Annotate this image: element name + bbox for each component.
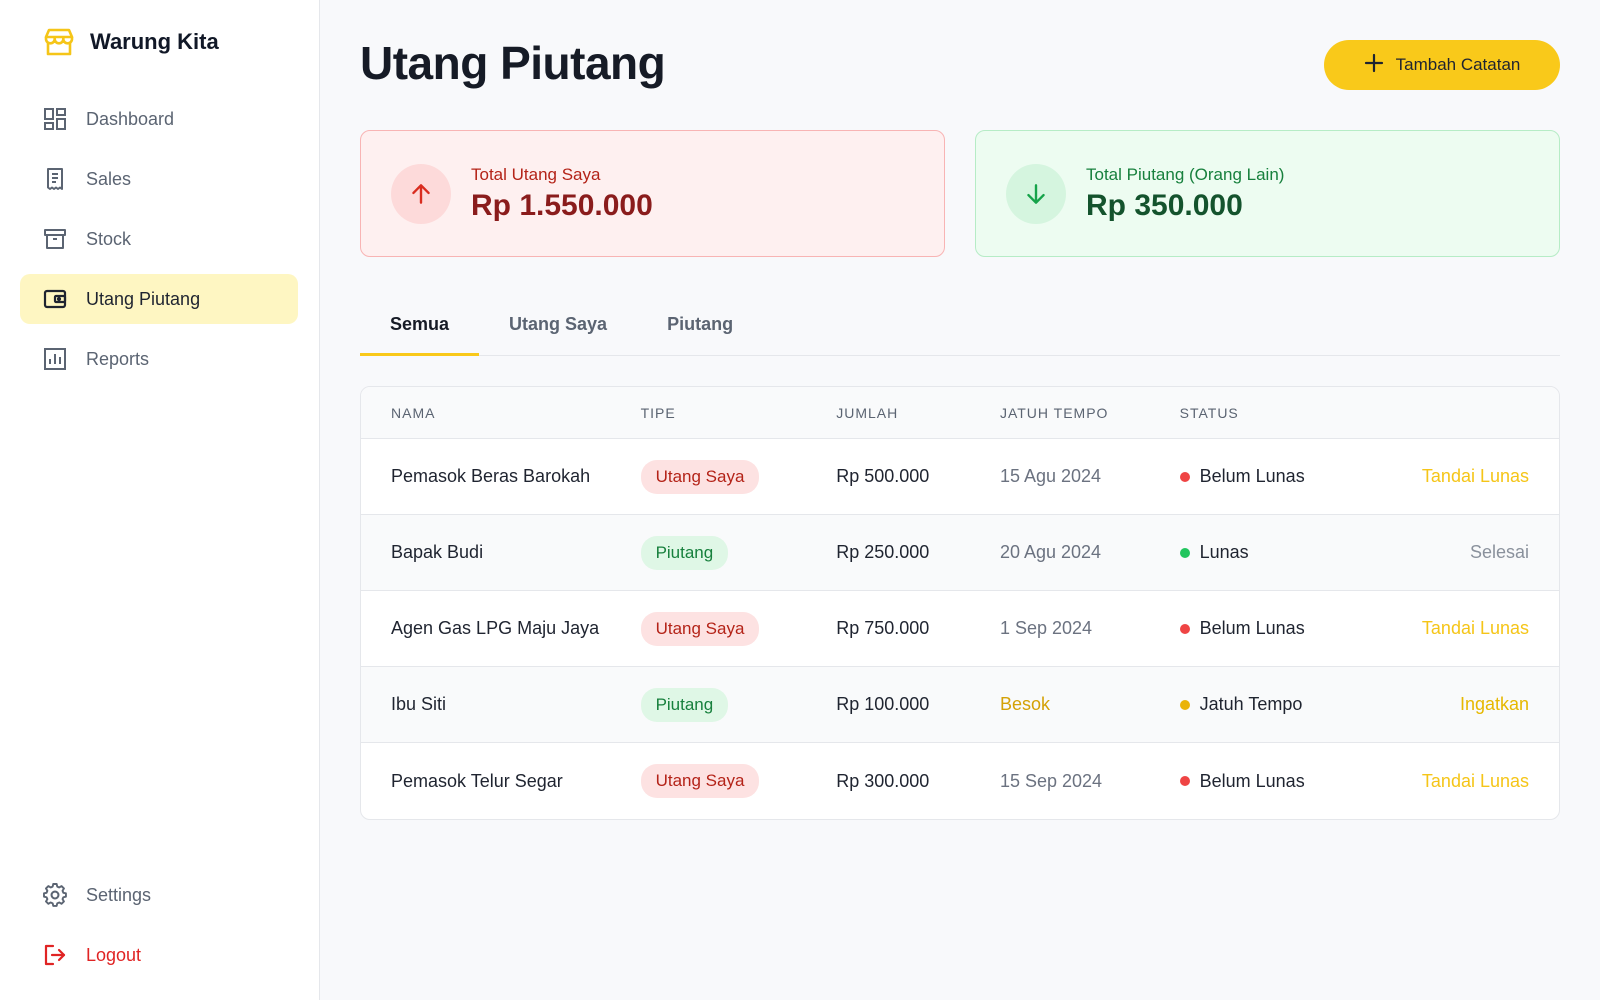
tab-semua[interactable]: Semua bbox=[360, 298, 480, 356]
sidebar-item-label: Utang Piutang bbox=[86, 288, 201, 309]
row-due-date: 1 Sep 2024 bbox=[999, 618, 1093, 638]
column-header-nama[interactable]: NAMA bbox=[361, 405, 641, 421]
table-row[interactable]: Ibu Siti Piutang Rp 100.000 Besok Jatuh … bbox=[361, 667, 1559, 743]
status-dot bbox=[1179, 776, 1190, 786]
status-text: Jatuh Tempo bbox=[1199, 694, 1303, 714]
bar-chart-icon bbox=[42, 346, 68, 372]
brand-name: Warung Kita bbox=[90, 29, 219, 54]
page-title: Utang Piutang bbox=[360, 37, 666, 89]
row-due-date: 15 Agu 2024 bbox=[999, 466, 1102, 486]
type-badge: Piutang bbox=[640, 687, 729, 722]
sidebar-item-label: Settings bbox=[86, 884, 152, 905]
add-record-label: Tambah Catatan bbox=[1395, 55, 1521, 74]
row-name: Agen Gas LPG Maju Jaya bbox=[391, 618, 600, 638]
main-content: Utang Piutang Tambah Catatan Total Utang… bbox=[360, 0, 1560, 1000]
row-amount: Rp 300.000 bbox=[836, 770, 930, 791]
logout-icon bbox=[42, 942, 68, 968]
row-due-date: 15 Sep 2024 bbox=[999, 770, 1103, 791]
row-name: Pemasok Telur Segar bbox=[391, 770, 563, 791]
gear-icon bbox=[42, 882, 68, 908]
type-badge: Utang Saya bbox=[640, 459, 760, 494]
receipt-icon bbox=[42, 166, 68, 192]
status-text: Lunas bbox=[1199, 542, 1249, 562]
row-amount: Rp 250.000 bbox=[836, 542, 930, 562]
column-header-tipe[interactable]: TIPE bbox=[641, 405, 837, 421]
summary-piutang-value: Rp 350.000 bbox=[1086, 188, 1243, 222]
table-row[interactable]: Agen Gas LPG Maju Jaya Utang Saya Rp 750… bbox=[361, 591, 1559, 667]
tab-utang-saya[interactable]: Utang Saya bbox=[479, 298, 637, 355]
row-amount: Rp 500.000 bbox=[836, 466, 930, 486]
dashboard-icon bbox=[42, 106, 68, 132]
status-text: Belum Lunas bbox=[1199, 466, 1305, 486]
status-dot bbox=[1179, 547, 1190, 558]
status-dot bbox=[1179, 623, 1190, 634]
row-amount: Rp 100.000 bbox=[836, 694, 930, 714]
wallet-icon bbox=[42, 286, 68, 312]
sidebar-item-dashboard[interactable]: Dashboard bbox=[20, 94, 298, 144]
done-label: Selesai bbox=[1469, 542, 1530, 562]
sidebar-item-settings[interactable]: Settings bbox=[20, 870, 298, 920]
row-amount: Rp 750.000 bbox=[836, 618, 930, 638]
filter-tabs: Semua Utang Saya Piutang bbox=[360, 298, 1560, 356]
type-badge: Piutang bbox=[640, 535, 729, 570]
row-name: Bapak Budi bbox=[391, 542, 484, 562]
mark-paid-button[interactable]: Tandai Lunas bbox=[1422, 771, 1529, 791]
summary-card-utang: Total Utang Saya Rp 1.550.000 bbox=[360, 130, 945, 257]
debt-table: NAMA TIPE JUMLAH JATUH TEMPO STATUS Pema… bbox=[360, 386, 1560, 820]
status-text: Belum Lunas bbox=[1199, 618, 1305, 638]
sidebar-nav: Dashboard Sales Stock Utang Piutang Repo… bbox=[20, 94, 298, 394]
sidebar-item-label: Stock bbox=[86, 228, 132, 249]
status-text: Belum Lunas bbox=[1199, 770, 1305, 791]
sidebar-bottom-nav: Settings Logout bbox=[20, 870, 298, 990]
sidebar-item-label: Dashboard bbox=[86, 108, 175, 129]
sidebar-item-sales[interactable]: Sales bbox=[20, 154, 298, 204]
row-due-date: 20 Agu 2024 bbox=[999, 542, 1102, 562]
sidebar-item-reports[interactable]: Reports bbox=[20, 334, 298, 384]
remind-button[interactable]: Ingatkan bbox=[1460, 694, 1529, 714]
summary-card-piutang: Total Piutang (Orang Lain) Rp 350.000 bbox=[975, 130, 1560, 257]
sidebar-item-label: Reports bbox=[86, 348, 150, 369]
sidebar-item-utang-piutang[interactable]: Utang Piutang bbox=[20, 274, 298, 324]
summary-utang-value: Rp 1.550.000 bbox=[471, 188, 653, 222]
status-dot bbox=[1179, 471, 1190, 482]
sidebar-item-label: Logout bbox=[86, 944, 142, 965]
arrow-down-icon bbox=[1006, 163, 1066, 224]
archive-icon bbox=[42, 226, 68, 252]
summary-utang-label: Total Utang Saya bbox=[471, 164, 601, 184]
type-badge: Utang Saya bbox=[640, 611, 760, 646]
plus-icon bbox=[1364, 53, 1384, 78]
column-header-status[interactable]: STATUS bbox=[1180, 405, 1380, 421]
mark-paid-button[interactable]: Tandai Lunas bbox=[1422, 466, 1529, 486]
sidebar-item-label: Sales bbox=[86, 168, 132, 189]
row-name: Ibu Siti bbox=[391, 694, 447, 714]
add-record-button[interactable]: Tambah Catatan bbox=[1324, 40, 1560, 90]
column-header-jumlah[interactable]: JUMLAH bbox=[836, 405, 1000, 421]
summary-piutang-label: Total Piutang (Orang Lain) bbox=[1086, 164, 1285, 184]
arrow-up-icon bbox=[391, 163, 451, 224]
tab-piutang[interactable]: Piutang bbox=[637, 298, 763, 355]
table-row[interactable]: Pemasok Beras Barokah Utang Saya Rp 500.… bbox=[361, 439, 1559, 515]
column-header-jatuh-tempo[interactable]: JATUH TEMPO bbox=[1000, 405, 1180, 421]
row-due-date: Besok bbox=[999, 694, 1050, 714]
sidebar: Warung Kita Dashboard Sales Stock Utang … bbox=[0, 0, 320, 1000]
store-icon bbox=[42, 26, 76, 58]
type-badge: Utang Saya bbox=[640, 764, 760, 798]
table-row[interactable]: Pemasok Telur Segar Utang Saya Rp 300.00… bbox=[361, 743, 1559, 819]
mark-paid-button[interactable]: Tandai Lunas bbox=[1422, 618, 1529, 638]
table-row[interactable]: Bapak Budi Piutang Rp 250.000 20 Agu 202… bbox=[361, 515, 1559, 591]
sidebar-item-logout[interactable]: Logout bbox=[20, 930, 298, 980]
row-name: Pemasok Beras Barokah bbox=[391, 466, 591, 486]
table-header: NAMA TIPE JUMLAH JATUH TEMPO STATUS bbox=[361, 387, 1559, 439]
brand[interactable]: Warung Kita bbox=[42, 26, 219, 58]
sidebar-item-stock[interactable]: Stock bbox=[20, 214, 298, 264]
status-dot bbox=[1179, 699, 1190, 710]
